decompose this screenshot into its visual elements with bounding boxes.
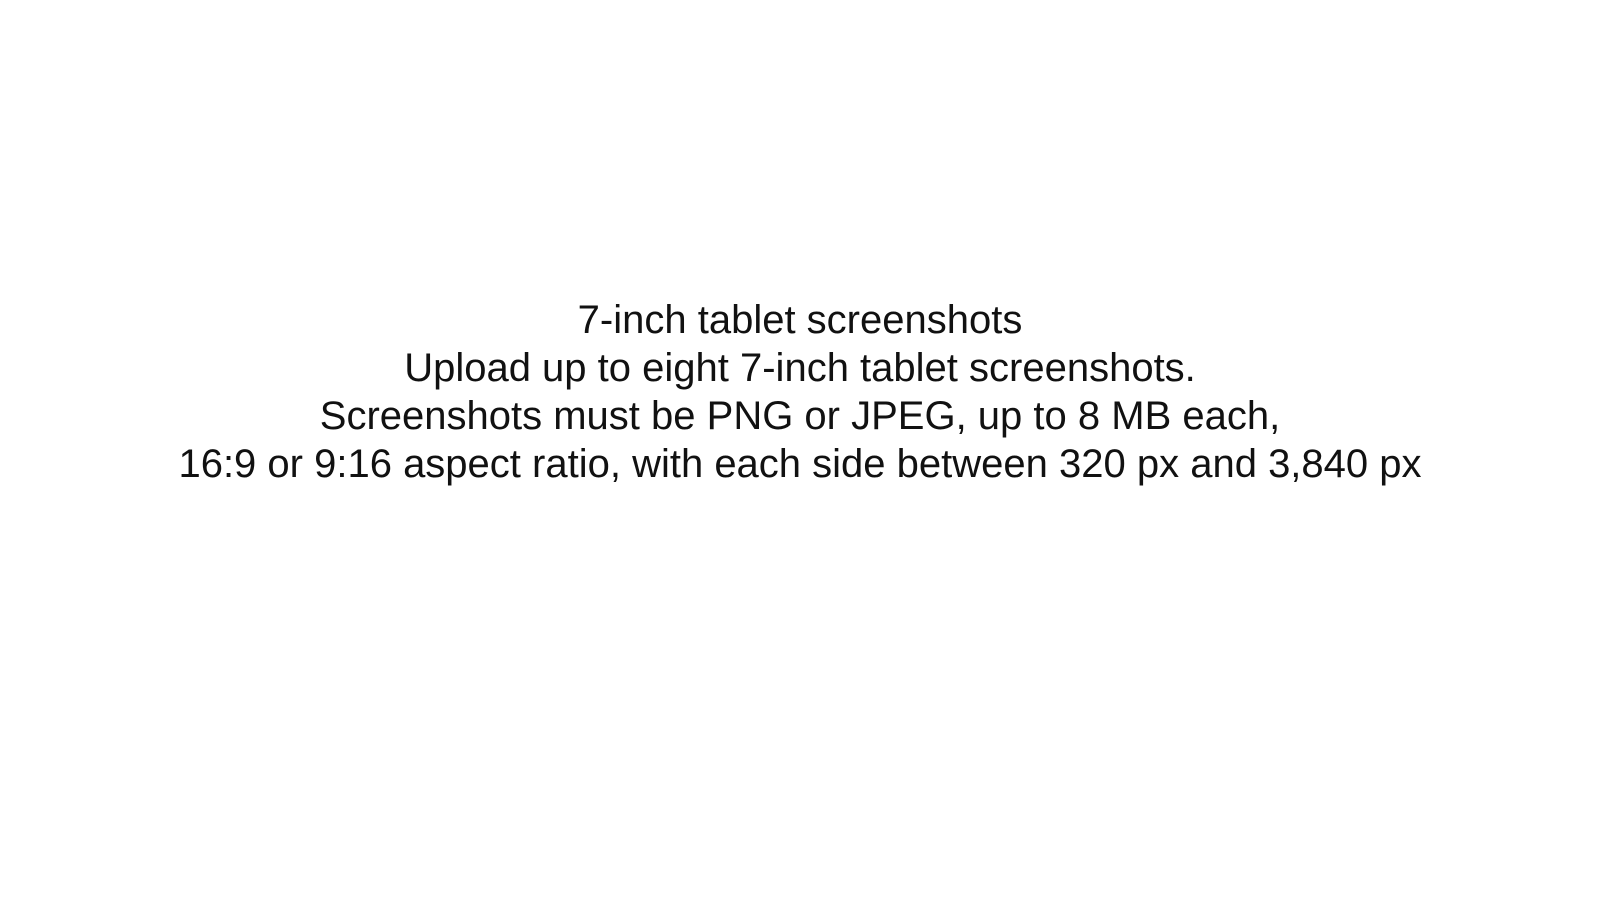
section-title: 7-inch tablet screenshots <box>577 298 1023 342</box>
section-description: Upload up to eight 7-inch tablet screens… <box>404 346 1196 390</box>
requirements-text-format: Screenshots must be PNG or JPEG, up to 8… <box>319 394 1281 438</box>
tablet-screenshots-info: 7-inch tablet screenshots Upload up to e… <box>0 296 1600 488</box>
requirements-text-dimensions: 16:9 or 9:16 aspect ratio, with each sid… <box>178 442 1422 486</box>
